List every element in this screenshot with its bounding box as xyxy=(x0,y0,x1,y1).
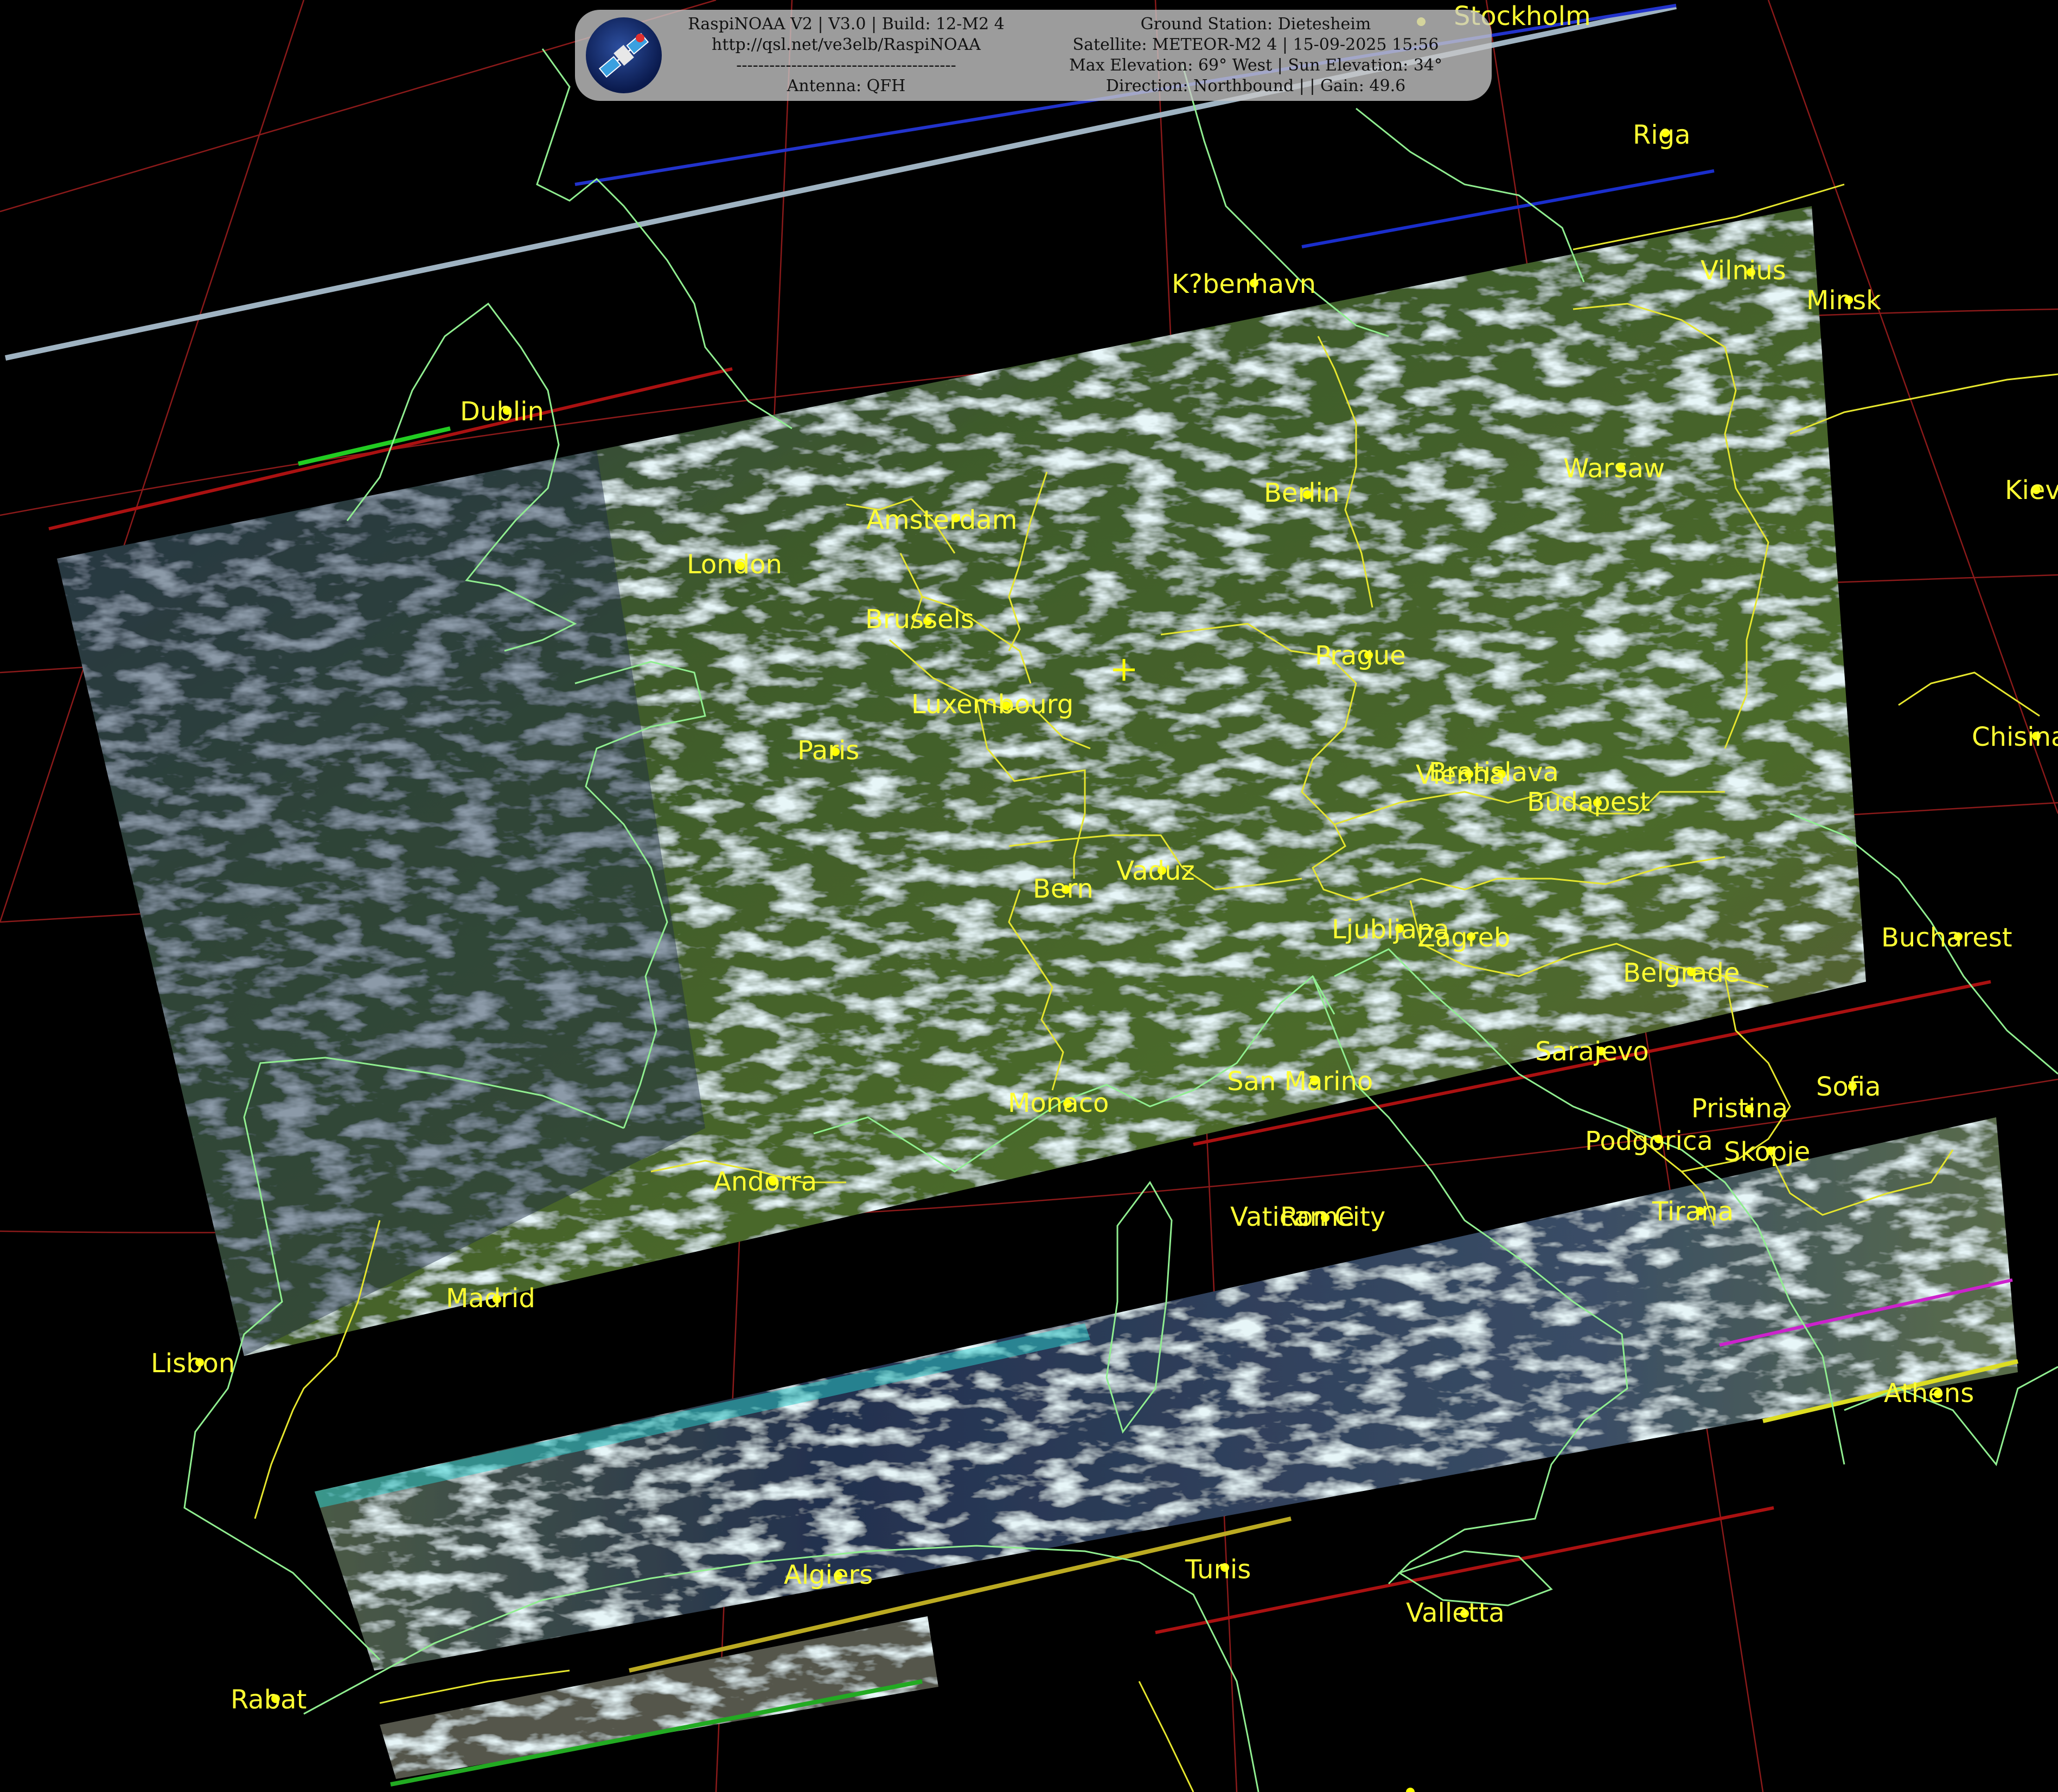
city-sarajevo: Sarajevo xyxy=(1535,1036,1649,1067)
city-vilnius: Vilnius xyxy=(1701,255,1786,286)
city-label: Athens xyxy=(1884,1378,1974,1409)
city-amsterdam: Amsterdam xyxy=(866,505,1017,535)
city-label: Berlin xyxy=(1264,478,1339,508)
city-tunis: Tunis xyxy=(1185,1554,1251,1585)
city-sofia: Sofia xyxy=(1816,1072,1881,1102)
city-label: Tunis xyxy=(1185,1554,1251,1585)
city-tripoli: Tripoli xyxy=(1356,1788,1433,1792)
satellite-icon xyxy=(586,17,662,93)
city-algiers: Algiers xyxy=(784,1560,873,1590)
city-london: London xyxy=(687,549,782,580)
city-label: Dublin xyxy=(460,396,544,427)
city-budapest: Budapest xyxy=(1527,787,1650,817)
city-san-marino: San Marino xyxy=(1227,1066,1373,1097)
city-label: Riga xyxy=(1633,120,1691,150)
city-label: Prague xyxy=(1315,641,1406,671)
city-andorra: Andorra xyxy=(713,1167,817,1197)
city-valletta: Valletta xyxy=(1406,1598,1505,1628)
city-label: Rome xyxy=(1280,1202,1354,1232)
city-label: Sofia xyxy=(1816,1072,1881,1102)
city-kiev: Kiev xyxy=(2005,475,2058,505)
city-chisinau: Chisinau xyxy=(1972,722,2058,752)
city-label: Budapest xyxy=(1527,787,1650,817)
city-vaduz: Vaduz xyxy=(1116,856,1195,886)
city-label: Sarajevo xyxy=(1535,1036,1649,1067)
city-label: Tirana xyxy=(1652,1196,1734,1227)
ground-station-line: Ground Station: Dietesheim xyxy=(1140,15,1371,34)
city-riga: Riga xyxy=(1633,120,1691,150)
city-luxembourg: Luxembourg xyxy=(911,689,1073,720)
city-label: Warsaw xyxy=(1563,453,1665,484)
header-left-block: RaspiNOAA V2 | V3.0 | Build: 12-M2 4 htt… xyxy=(667,14,1025,97)
city-label: Minsk xyxy=(1806,285,1881,316)
city-minsk: Minsk xyxy=(1806,285,1881,316)
header-right-block: Ground Station: Dietesheim Satellite: ME… xyxy=(1025,14,1486,97)
build-line: RaspiNOAA V2 | V3.0 | Build: 12-M2 4 xyxy=(688,15,1005,34)
city-label: Paris xyxy=(797,735,859,766)
city-label: Bratislava xyxy=(1429,757,1559,788)
city-label: Skopje xyxy=(1724,1137,1810,1167)
city-brussels: Brussels xyxy=(865,604,974,635)
city-label: Belgrade xyxy=(1623,958,1740,988)
city-lisbon: Lisbon xyxy=(151,1348,235,1379)
pass-info-panel: RaspiNOAA V2 | V3.0 | Build: 12-M2 4 htt… xyxy=(575,10,1492,101)
city-berlin: Berlin xyxy=(1264,478,1339,508)
satellite-line: Satellite: METEOR-M2 4 | 15-09-2025 15:5… xyxy=(1072,35,1439,54)
city-label: Luxembourg xyxy=(911,689,1073,720)
direction-line: Direction: Northbound | | Gain: 49.6 xyxy=(1105,76,1406,95)
city-athens: Athens xyxy=(1884,1378,1974,1409)
city-bratislava: Bratislava xyxy=(1429,757,1559,788)
city-label: Bern xyxy=(1033,874,1094,904)
city-label: Kiev xyxy=(2005,475,2058,505)
divider-line: ---------------------------------------- xyxy=(736,56,956,75)
city-monaco: Monaco xyxy=(1008,1088,1109,1118)
city-label: K?benhavn xyxy=(1172,269,1316,299)
antenna-line: Antenna: QFH xyxy=(787,76,906,95)
city-paris: Paris xyxy=(797,735,859,766)
city-label: San Marino xyxy=(1227,1066,1373,1097)
satellite-swath-main xyxy=(57,206,1866,1356)
city-label: Tripoli xyxy=(1356,1790,1433,1792)
city-belgrade: Belgrade xyxy=(1623,958,1740,988)
city-label: Vaduz xyxy=(1116,856,1195,886)
city-kobenhavn: K?benhavn xyxy=(1172,269,1316,299)
city-label: Podgorica xyxy=(1585,1126,1713,1156)
city-podgorica: Podgorica xyxy=(1585,1126,1713,1156)
city-label: Valletta xyxy=(1406,1598,1505,1628)
website-line: http://qsl.net/ve3elb/RaspiNOAA xyxy=(712,35,981,54)
map-canvas: StockholmRigaK?benhavn VilniusMinskDublin… xyxy=(0,0,2058,1792)
city-label: Chisinau xyxy=(1972,722,2058,752)
city-label: Bucharest xyxy=(1881,923,2012,953)
city-bucharest: Bucharest xyxy=(1881,923,2012,953)
city-label: Pristina xyxy=(1691,1093,1788,1124)
city-rome: Rome xyxy=(1280,1202,1354,1232)
city-rabat: Rabat xyxy=(231,1685,306,1715)
city-label: Rabat xyxy=(231,1685,306,1715)
city-label: London xyxy=(687,549,782,580)
elevation-line: Max Elevation: 69° West | Sun Elevation:… xyxy=(1069,56,1442,75)
city-prague: Prague xyxy=(1315,641,1406,671)
city-label: Madrid xyxy=(446,1283,535,1314)
city-label: Brussels xyxy=(865,604,974,635)
city-madrid: Madrid xyxy=(446,1283,535,1314)
city-label: Andorra xyxy=(713,1167,817,1197)
city-skopje: Skopje xyxy=(1724,1137,1810,1167)
city-label: Monaco xyxy=(1008,1088,1109,1118)
city-tirana: Tirana xyxy=(1652,1196,1734,1227)
city-zagreb: Zagreb xyxy=(1417,923,1510,953)
city-dublin: Dublin xyxy=(460,396,544,427)
city-label: Zagreb xyxy=(1417,923,1510,953)
city-warsaw: Warsaw xyxy=(1563,453,1665,484)
satellite-map: Stockholm Riga K?benhavn Vilnius Minsk Dublin… xyxy=(0,0,2058,1792)
city-label: Vilnius xyxy=(1701,255,1786,286)
city-label: Algiers xyxy=(784,1560,873,1590)
city-pristina: Pristina xyxy=(1691,1093,1788,1124)
city-bern: Bern xyxy=(1033,874,1094,904)
city-label: Lisbon xyxy=(151,1348,235,1379)
city-label: Amsterdam xyxy=(866,505,1017,535)
